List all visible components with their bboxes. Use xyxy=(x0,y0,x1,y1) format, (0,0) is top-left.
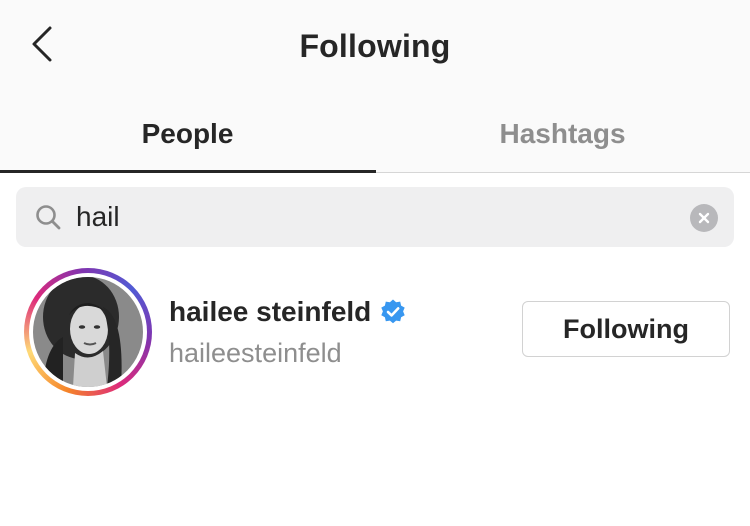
tab-bar: People Hashtags xyxy=(0,95,750,173)
tab-hashtags[interactable]: Hashtags xyxy=(375,95,750,173)
search-icon xyxy=(36,205,61,230)
x-icon xyxy=(698,212,710,224)
verified-badge-icon xyxy=(381,299,405,324)
clear-icon[interactable] xyxy=(690,204,718,232)
avatar xyxy=(33,277,143,387)
following-button[interactable]: Following xyxy=(522,301,730,357)
search-input[interactable] xyxy=(76,197,676,237)
tab-people[interactable]: People xyxy=(0,95,375,173)
username: haileesteinfeld xyxy=(169,338,342,368)
page-title: Following xyxy=(299,28,451,64)
top-bar-area: Following People Hashtags xyxy=(0,0,750,173)
story-ring[interactable] xyxy=(24,268,152,396)
profile-photo xyxy=(33,277,143,387)
search-bar[interactable] xyxy=(16,187,734,247)
name-line: hailee steinfeld xyxy=(169,296,407,328)
active-tab-indicator xyxy=(0,170,376,173)
display-name: hailee steinfeld xyxy=(169,296,372,327)
header: Following xyxy=(0,0,750,95)
list-item[interactable]: hailee steinfeld haileesteinfeld Followi… xyxy=(0,262,750,402)
